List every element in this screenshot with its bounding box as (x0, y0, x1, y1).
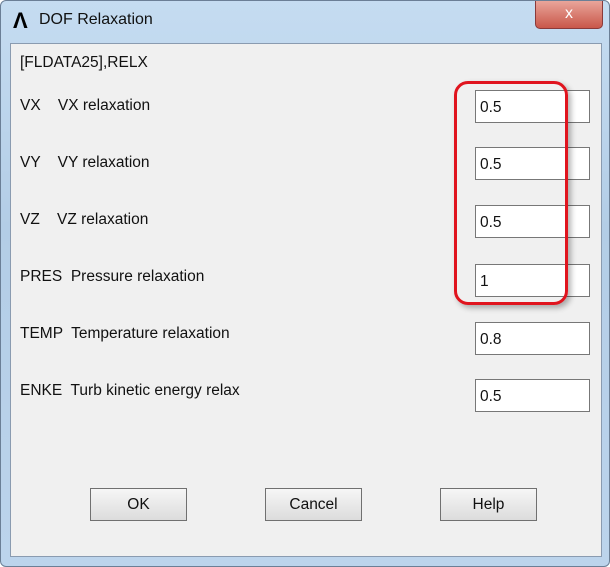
ok-button[interactable]: OK (90, 488, 187, 521)
temp-input[interactable]: 0.8 (475, 322, 590, 355)
dialog-body: [FLDATA25],RELX VX VX relaxation 0.5 VY … (10, 43, 602, 557)
help-button[interactable]: Help (440, 488, 537, 521)
ansys-logo-icon: Λ (13, 8, 28, 33)
dialog-window: Λ DOF Relaxation x [FLDATA25],RELX VX VX… (0, 0, 610, 567)
field-label-vy: VY VY relaxation (20, 154, 150, 171)
close-button[interactable]: x (535, 1, 603, 29)
command-label: [FLDATA25],RELX (20, 54, 148, 71)
window-title: DOF Relaxation (39, 11, 153, 28)
highlight-annotation (454, 81, 568, 305)
enke-input[interactable]: 0.5 (475, 379, 590, 412)
field-label-enke: ENKE Turb kinetic energy relax (20, 382, 240, 399)
field-label-vz: VZ VZ relaxation (20, 211, 149, 228)
field-label-vx: VX VX relaxation (20, 97, 151, 114)
cancel-button[interactable]: Cancel (265, 488, 362, 521)
field-label-temp: TEMP Temperature relaxation (20, 325, 230, 342)
field-label-pres: PRES Pressure relaxation (20, 268, 205, 285)
